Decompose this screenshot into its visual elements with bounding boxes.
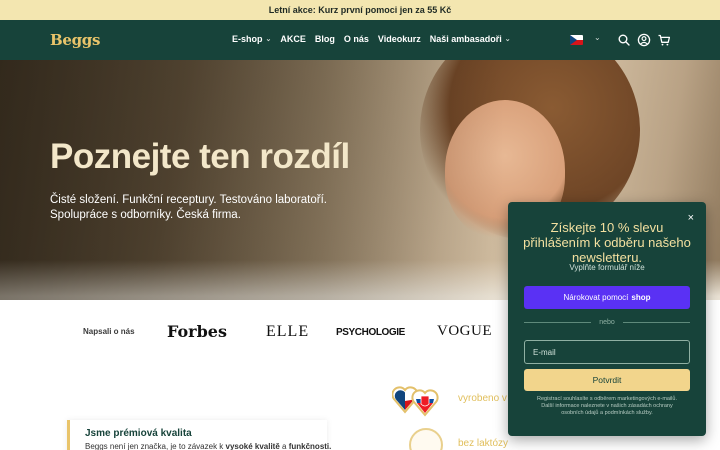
text-bold: funkčnosti. [288, 442, 332, 450]
quality-card-text: Beggs není jen značka, je to závazek k v… [85, 442, 331, 450]
divider-line [622, 321, 691, 323]
hero-title: Poznejte ten rozdíl [50, 137, 350, 176]
text-part: Beggs není jen značka, je to závazek k [85, 442, 226, 450]
legal-text: Registrací souhlasíte s odběrem marketin… [536, 396, 677, 416]
nav-label: AKCE [280, 34, 306, 44]
divider-line [524, 321, 592, 323]
nav-item-eshop[interactable]: E-shop ⌄ [232, 34, 271, 44]
shop-brand: shop [631, 293, 651, 302]
czech-flag-icon[interactable] [570, 35, 583, 45]
nav-label: Naši ambasadoři [429, 34, 502, 44]
vogue-logo: VOGUE [437, 323, 492, 339]
search-icon[interactable] [617, 33, 631, 47]
site-header: Beggs E-shop ⌄ AKCE Blog O nás Videokurz … [0, 20, 720, 60]
nav-label: E-shop [232, 34, 263, 44]
hero-subtitle-line1: Čisté složení. Funkční receptury. Testov… [50, 194, 327, 206]
made-in-label: vyrobeno v [458, 393, 507, 404]
hero-subtitle-line2: Spolupráce s odborníky. Česká firma. [50, 209, 241, 221]
announcement-bar[interactable]: Letní akce: Kurz první pomoci jen za 55 … [0, 0, 720, 20]
cart-icon[interactable] [657, 33, 671, 47]
nav-label: Videokurz [377, 34, 421, 44]
quality-card-title: Jsme prémiová kvalita [85, 428, 192, 439]
forbes-logo: Forbes [167, 322, 227, 341]
nav-item-akce[interactable]: AKCE [280, 34, 306, 44]
text-part: a [279, 442, 289, 450]
elle-logo: ELLE [266, 323, 310, 340]
nav-item-o-nas[interactable]: O nás [344, 34, 369, 44]
brand-logo[interactable]: Beggs [50, 31, 100, 49]
press-label: Napsali o nás [83, 327, 135, 336]
nav-item-videokurz[interactable]: Videokurz [378, 34, 421, 44]
nav-label: O nás [343, 34, 369, 44]
lactose-free-label: bez laktózy [458, 438, 509, 449]
cz-sk-hearts-icon [392, 386, 439, 417]
text-bold: vysoké kvalitě [225, 442, 280, 450]
or-divider: nebo [524, 317, 691, 327]
shop-pay-button[interactable]: Nárokovat pomocí shop [524, 286, 690, 309]
or-text: nebo [599, 318, 615, 326]
newsletter-popup: × Získejte 10 % slevu přihlášením k odbě… [508, 202, 706, 436]
email-field[interactable] [524, 340, 690, 364]
quality-card: Jsme prémiová kvalita Beggs není jen zna… [67, 420, 331, 450]
nav-item-blog[interactable]: Blog [315, 34, 335, 44]
language-chevron-icon[interactable]: ⌄ [594, 33, 601, 42]
popup-subtitle: Vyplňte formulář níže [569, 263, 645, 272]
psychologie-logo: PSYCHOLOGIE [336, 327, 405, 338]
submit-button[interactable]: Potvrdit [524, 369, 690, 391]
announcement-text[interactable]: Letní akce: Kurz první pomoci jen za 55 … [269, 5, 452, 15]
nav-item-ambasadori[interactable]: Naši ambasadoři ⌄ [430, 34, 511, 44]
main-nav: E-shop ⌄ AKCE Blog O nás Videokurz Naši a… [232, 34, 520, 44]
account-icon[interactable] [637, 33, 651, 47]
lactose-free-icon [409, 428, 443, 450]
chevron-down-icon: ⌄ [265, 36, 272, 43]
nav-label: Blog [314, 34, 335, 44]
chevron-down-icon: ⌄ [504, 36, 511, 43]
popup-title: Získejte 10 % slevu přihlášením k odběru… [523, 220, 691, 265]
shop-button-label: Nárokovat pomocí [563, 293, 629, 302]
